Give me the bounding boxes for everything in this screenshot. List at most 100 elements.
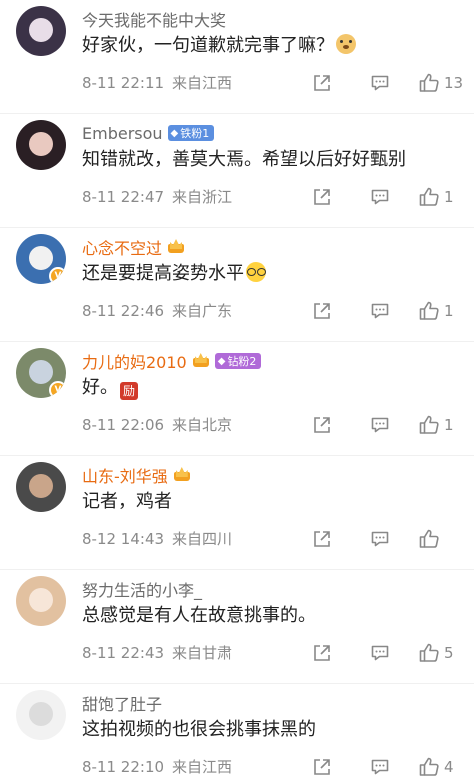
comment-item: Embersou ◆ 铁粉1 知错就改，善莫大焉。希望以后好好甄别 8-11 22:47… (0, 114, 474, 228)
share-icon[interactable] (312, 757, 332, 777)
comment-date: 8-11 22:11 (82, 74, 165, 92)
comment-text: 记者，鸡者 (82, 489, 172, 515)
comment-date: 8-11 22:46 (82, 302, 165, 320)
comment-header: Embersou ◆ 铁粉1 (82, 122, 215, 144)
comment-icon[interactable] (370, 643, 390, 663)
comment-location: 来自江西 (172, 74, 233, 92)
comment-text: 还是要提高姿势水平 (82, 261, 266, 287)
username[interactable]: 今天我能不能中大奖 (82, 7, 226, 31)
comment-item: 今天我能不能中大奖好家伙，一句道歉就完事了嘛？ 8-11 22:11 来自江西 13 (0, 0, 474, 114)
comment-location: 来自北京 (172, 416, 233, 434)
thumbs-up-icon[interactable] (418, 72, 440, 94)
like-count: 4 (444, 758, 454, 776)
comment-location: 来自甘肃 (172, 644, 233, 662)
verified-badge-icon: V (49, 267, 66, 284)
share-icon[interactable] (312, 529, 332, 549)
comment-header: 今天我能不能中大奖 (82, 8, 226, 30)
comment-text-content: 总感觉是有人在故意挑事的。 (82, 605, 316, 626)
avatar-face (29, 702, 53, 726)
avatar-face (29, 18, 53, 42)
comment-text: 这拍视频的也很会挑事抹黑的 (82, 717, 316, 743)
share-icon[interactable] (312, 301, 332, 321)
comment-date: 8-11 22:10 (82, 758, 165, 776)
comment-text-content: 还是要提高姿势水平 (82, 263, 244, 284)
share-icon[interactable] (312, 643, 332, 663)
comment-header: 山东-刘华强 (82, 464, 191, 486)
fan-badge: ◆ 铁粉1 (167, 125, 215, 141)
avatar[interactable] (16, 6, 66, 56)
comment-item: 努力生活的小李_ 总感觉是有人在故意挑事的。 8-11 22:43 来自甘肃 5 (0, 570, 474, 684)
share-icon[interactable] (312, 187, 332, 207)
thumbs-up-icon[interactable] (418, 186, 440, 208)
avatar[interactable] (16, 462, 66, 512)
comment-date: 8-11 22:47 (82, 188, 165, 206)
vip-crown-icon (192, 353, 210, 369)
thumbs-up-icon[interactable] (418, 642, 440, 664)
comment-header: 甜饱了肚子 (82, 692, 162, 714)
comment-text-content: 好。 (82, 377, 118, 398)
share-icon[interactable] (312, 415, 332, 435)
comment-icon[interactable] (370, 187, 390, 207)
comment-location: 来自广东 (172, 302, 233, 320)
comment-icon[interactable] (370, 301, 390, 321)
comment-text: 总感觉是有人在故意挑事的。 (82, 603, 316, 629)
comment-item: 山东-刘华强 记者，鸡者 8-12 14:43 来自四川 (0, 456, 474, 570)
avatar-face (29, 474, 53, 498)
avatar[interactable] (16, 576, 66, 626)
glasses-emoji-icon (246, 262, 266, 282)
thumbs-up-icon[interactable] (418, 300, 440, 322)
comment-date: 8-11 22:43 (82, 644, 165, 662)
verified-badge-icon: V (49, 381, 66, 398)
comment-icon[interactable] (370, 415, 390, 435)
vip-crown-icon (167, 239, 185, 255)
comment-footer: 8-11 22:06 来自北京 1 (82, 414, 462, 436)
username[interactable]: 力儿的妈2010 (82, 349, 187, 373)
username[interactable]: Embersou (82, 124, 163, 143)
like-count: 1 (444, 302, 454, 320)
comment-location: 来自浙江 (172, 188, 233, 206)
comment-meta: 8-11 22:43 来自甘肃 (82, 642, 232, 664)
diamond-icon: ◆ (217, 355, 226, 367)
comment-text: 好家伙，一句道歉就完事了嘛？ (82, 33, 356, 59)
comment-text: 好。励 (82, 375, 138, 401)
comment-meta: 8-11 22:47 来自浙江 (82, 186, 232, 208)
comment-feed: 今天我能不能中大奖好家伙，一句道歉就完事了嘛？ 8-11 22:11 来自江西 13 E… (0, 0, 474, 784)
doge-emoji-icon (336, 34, 356, 54)
comment-footer: 8-11 22:47 来自浙江 1 (82, 186, 462, 208)
avatar[interactable]: V (16, 348, 66, 398)
comment-meta: 8-11 22:06 来自北京 (82, 414, 232, 436)
comment-item: V 心念不空过还是要提高姿势水平 8-11 22:46 来自广东 1 (0, 228, 474, 342)
fan-badge: ◆ 钻粉2 (214, 353, 262, 369)
avatar[interactable] (16, 690, 66, 740)
like-count: 1 (444, 188, 454, 206)
username[interactable]: 心念不空过 (82, 235, 162, 259)
avatar-face (29, 588, 53, 612)
thumbs-up-icon[interactable] (418, 528, 440, 550)
comment-item: V 力儿的妈2010 ◆ 钻粉2 好。励 8-11 22:06 来自北京 1 (0, 342, 474, 456)
comment-footer: 8-11 22:43 来自甘肃 5 (82, 642, 462, 664)
username[interactable]: 甜饱了肚子 (82, 691, 162, 715)
avatar[interactable]: V (16, 234, 66, 284)
comment-icon[interactable] (370, 529, 390, 549)
comment-icon[interactable] (370, 757, 390, 777)
avatar-face (29, 132, 53, 156)
comment-footer: 8-12 14:43 来自四川 (82, 528, 462, 550)
fan-badge-label: 铁粉1 (180, 127, 210, 140)
comment-header: 努力生活的小李_ (82, 578, 202, 600)
comment-text-content: 好家伙，一句道歉就完事了嘛？ (82, 35, 334, 56)
like-count: 5 (444, 644, 454, 662)
thumbs-up-icon[interactable] (418, 414, 440, 436)
avatar-face (29, 360, 53, 384)
comment-text-content: 这拍视频的也很会挑事抹黑的 (82, 719, 316, 740)
username[interactable]: 山东-刘华强 (82, 463, 168, 487)
comment-text: 知错就改，善莫大焉。希望以后好好甄别 (82, 147, 406, 173)
like-count: 13 (444, 74, 464, 92)
comment-icon[interactable] (370, 73, 390, 93)
username[interactable]: 努力生活的小李_ (82, 577, 202, 601)
avatar[interactable] (16, 120, 66, 170)
comment-meta: 8-12 14:43 来自四川 (82, 528, 232, 550)
share-icon[interactable] (312, 73, 332, 93)
vip-crown-icon (173, 467, 191, 483)
thumbs-up-icon[interactable] (418, 756, 440, 778)
comment-header: 力儿的妈2010 ◆ 钻粉2 (82, 349, 262, 373)
